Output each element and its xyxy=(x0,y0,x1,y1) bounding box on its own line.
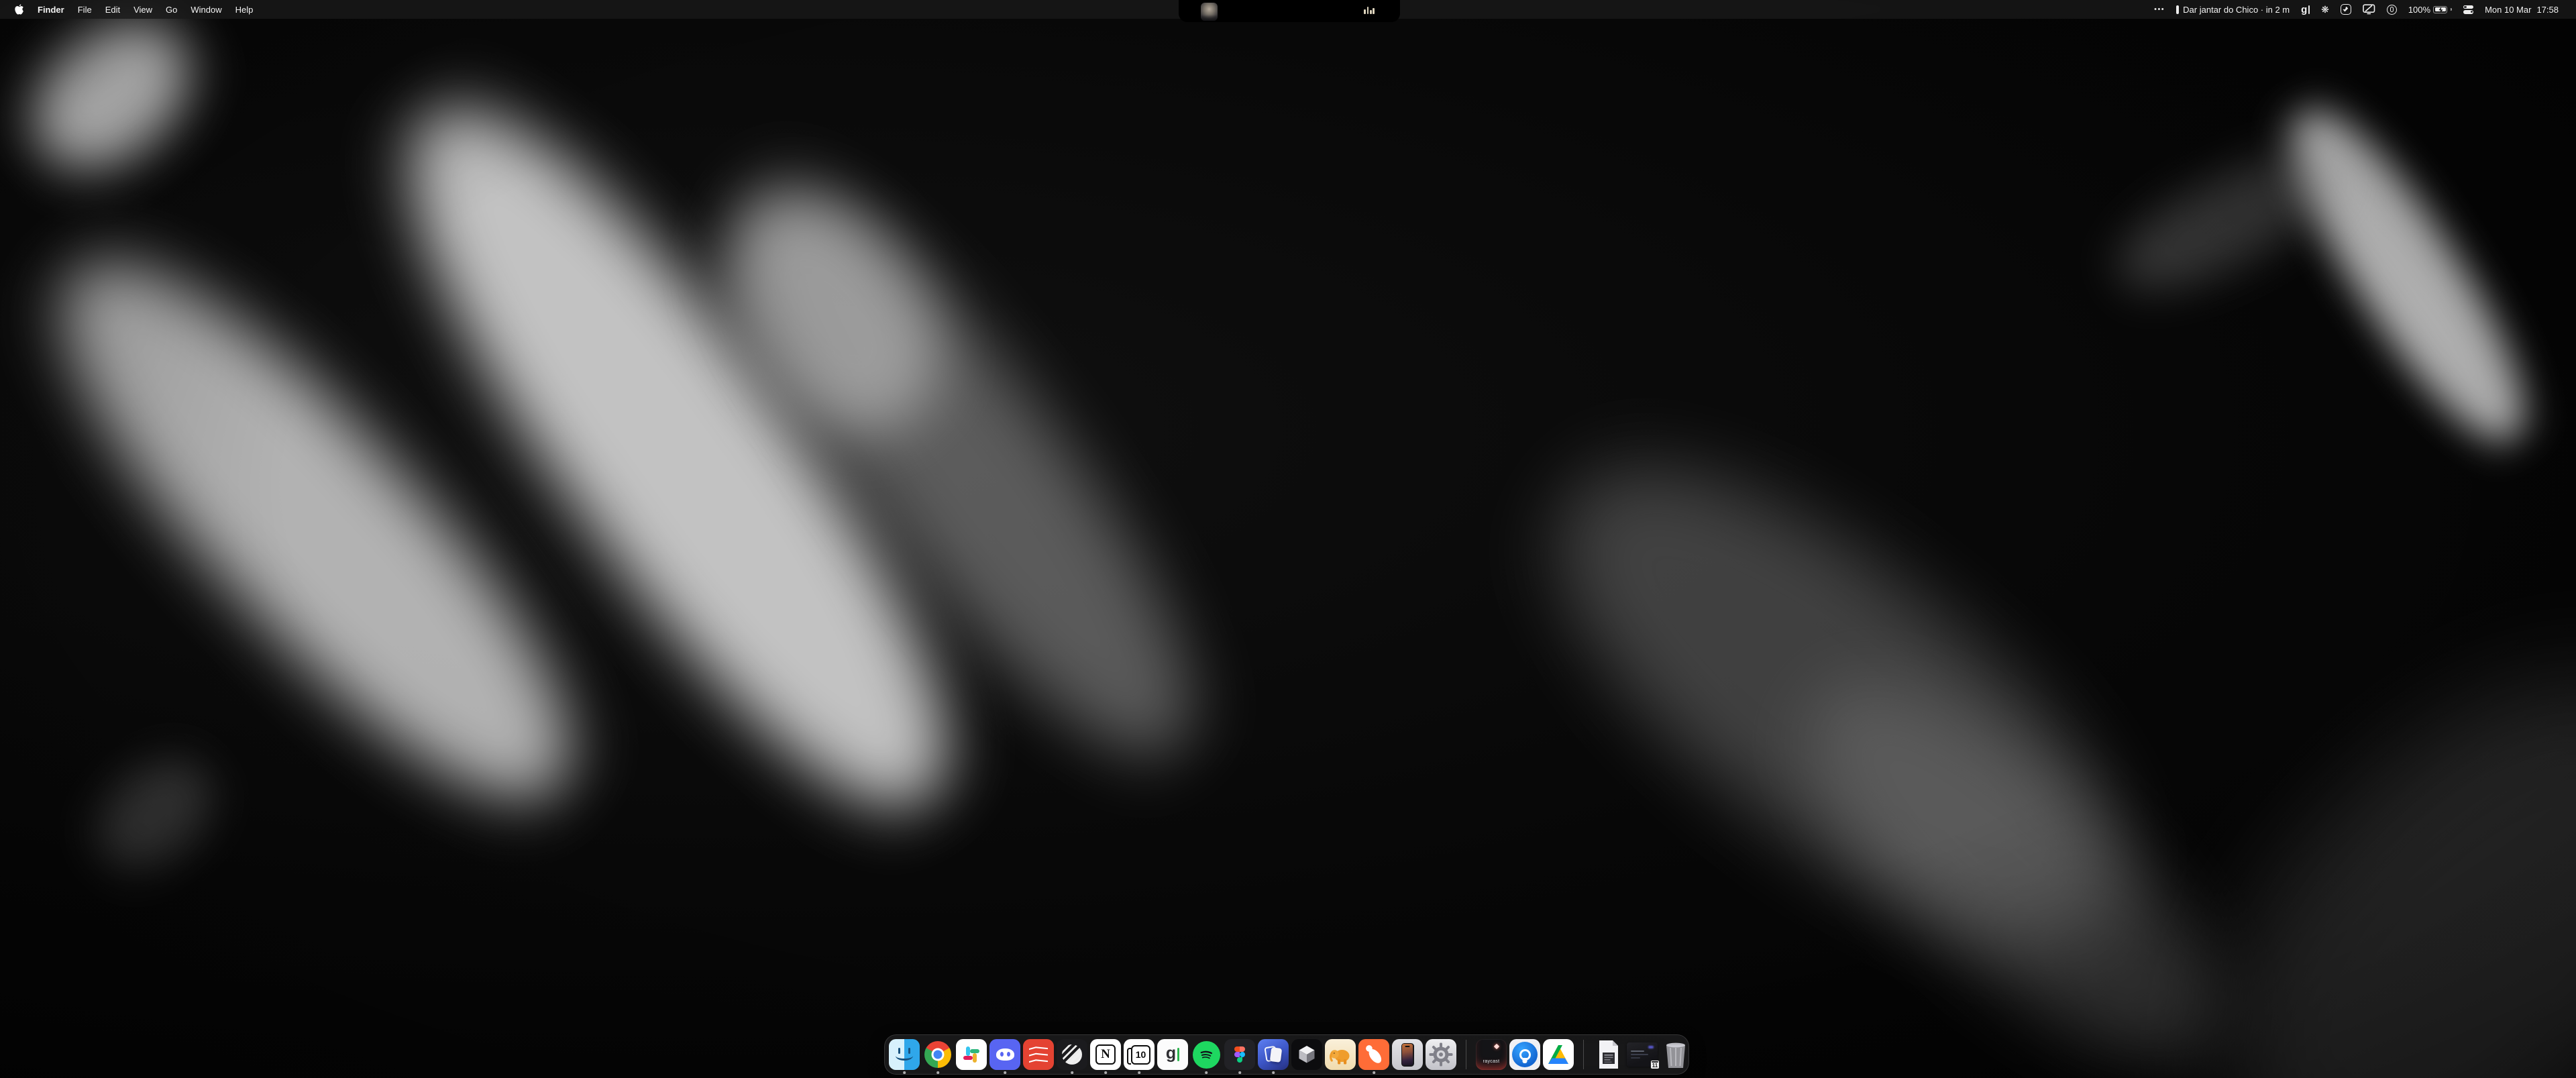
dock-todoist[interactable] xyxy=(1023,1039,1054,1070)
battery-nub xyxy=(2451,8,2452,11)
document-file-icon xyxy=(1593,1039,1624,1070)
dock-finder[interactable] xyxy=(889,1039,920,1070)
dock-google-drive[interactable] xyxy=(1543,1039,1574,1070)
calendar-badge-icon: 11 xyxy=(1650,1060,1660,1069)
dock-iphone-mirroring[interactable] xyxy=(1392,1039,1423,1070)
clock-date: Mon 10 Mar xyxy=(2485,5,2531,15)
dock-separator xyxy=(1583,1040,1584,1069)
trash-icon xyxy=(1660,1039,1691,1070)
google-drive-icon xyxy=(1543,1039,1574,1070)
menu-item-go[interactable]: Go xyxy=(159,0,184,19)
granola-g-glyph: g xyxy=(1166,1045,1176,1062)
menu-item-file[interactable]: File xyxy=(71,0,99,19)
reminder-text: Dar jantar do Chico · in 2 m xyxy=(2183,5,2290,15)
granola-icon: g xyxy=(1157,1039,1188,1070)
chrome-icon xyxy=(922,1039,953,1070)
raycast-diamond-glyph xyxy=(1494,1044,1499,1049)
notion-icon: N xyxy=(1090,1039,1121,1070)
dock-google-chrome[interactable] xyxy=(922,1039,953,1070)
spotify-icon xyxy=(1191,1039,1222,1070)
dock-figma[interactable] xyxy=(1224,1039,1255,1070)
now-playing-album-art[interactable] xyxy=(1201,3,1218,21)
dock-paste[interactable] xyxy=(1258,1039,1289,1070)
apple-logo-icon xyxy=(15,4,24,15)
finder-icon xyxy=(889,1039,920,1070)
calendar-day-glyph: 10 xyxy=(1131,1045,1150,1065)
dock-postico[interactable] xyxy=(1325,1039,1356,1070)
dock-notion[interactable]: N xyxy=(1090,1039,1121,1070)
menu-item-edit[interactable]: Edit xyxy=(99,0,127,19)
menu-bar-status-area: ••• Dar jantar do Chico · in 2 m g ❋ 100… xyxy=(2154,0,2559,19)
flower-menu-icon[interactable]: ❋ xyxy=(2321,5,2329,14)
overflow-menu-icon[interactable]: ••• xyxy=(2154,5,2165,13)
dock-spline[interactable] xyxy=(1291,1039,1322,1070)
slack-icon xyxy=(956,1039,987,1070)
dock-1password[interactable] xyxy=(1509,1039,1540,1070)
control-center-icon[interactable] xyxy=(2463,5,2473,14)
battery-icon xyxy=(2433,6,2447,13)
menu-bar-left: Finder File Edit View Go Window Help xyxy=(0,0,260,19)
notion-calendar-icon: 10 xyxy=(1124,1039,1155,1070)
keyhole-ring-icon xyxy=(2387,5,2397,15)
display-mirroring-menu-icon[interactable] xyxy=(2363,4,2375,15)
menu-item-window[interactable]: Window xyxy=(184,0,228,19)
dock-document-file[interactable] xyxy=(1593,1039,1624,1070)
dock-postman[interactable] xyxy=(1358,1039,1389,1070)
shape-app-menu-icon[interactable] xyxy=(2341,4,2351,15)
spline-cube-icon xyxy=(1291,1039,1322,1070)
now-playing-equalizer-icon xyxy=(1364,6,1375,14)
postico-elephant-icon xyxy=(1325,1039,1356,1070)
dock: N 10 g xyxy=(884,1034,1689,1075)
battery-status[interactable]: 100% xyxy=(2408,5,2452,15)
menu-item-help[interactable]: Help xyxy=(229,0,260,19)
system-settings-gear-icon xyxy=(1426,1039,1456,1070)
menu-item-finder[interactable]: Finder xyxy=(31,0,71,19)
clock-time: 17:58 xyxy=(2536,5,2559,15)
desktop-wallpaper xyxy=(0,0,2576,1078)
dock-linear[interactable] xyxy=(1057,1039,1087,1070)
discord-icon xyxy=(989,1039,1020,1070)
squircle-shape-icon xyxy=(2341,4,2351,15)
menu-bar-clock[interactable]: Mon 10 Mar 17:58 xyxy=(2485,5,2559,15)
granola-caret xyxy=(1177,1048,1179,1061)
granola-caret-icon xyxy=(2308,5,2310,14)
linear-icon xyxy=(1057,1039,1087,1070)
wallpaper-vignette xyxy=(0,0,2576,1078)
dock-slack[interactable] xyxy=(956,1039,987,1070)
macos-desktop: { "menu_bar": { "apple_icon": "apple-log… xyxy=(0,0,2576,1078)
one-password-icon xyxy=(1509,1039,1540,1070)
notch-media-widget[interactable] xyxy=(1179,0,1400,22)
screenshot-thumbnail: 11 xyxy=(1627,1039,1658,1070)
dock-granola[interactable]: g xyxy=(1157,1039,1188,1070)
reminder-bar-icon xyxy=(2176,5,2179,14)
granola-menu-icon[interactable]: g xyxy=(2301,5,2310,15)
todoist-icon xyxy=(1023,1039,1054,1070)
dock-screenshot-file[interactable]: 11 xyxy=(1627,1039,1658,1070)
paste-icon xyxy=(1258,1039,1289,1070)
raycast-wordmark: raycast xyxy=(1483,1059,1500,1064)
menu-item-view[interactable]: View xyxy=(127,0,159,19)
dock-spotify[interactable] xyxy=(1191,1039,1222,1070)
toggle-pill xyxy=(2463,10,2473,14)
iphone-mirroring-icon xyxy=(1392,1039,1423,1070)
charging-bolt-icon xyxy=(2438,7,2444,13)
dock-trash[interactable] xyxy=(1660,1039,1691,1070)
apple-menu[interactable] xyxy=(15,0,31,19)
granola-g-glyph: g xyxy=(2301,5,2307,15)
figma-icon xyxy=(1224,1039,1255,1070)
dock-discord[interactable] xyxy=(989,1039,1020,1070)
dock-raycast[interactable]: raycast xyxy=(1476,1039,1507,1070)
reminder-menu-item[interactable]: Dar jantar do Chico · in 2 m xyxy=(2176,5,2290,15)
battery-percent: 100% xyxy=(2408,5,2430,15)
toggle-pill xyxy=(2463,5,2473,9)
dock-system-settings[interactable] xyxy=(1426,1039,1456,1070)
raycast-icon: raycast xyxy=(1476,1039,1507,1070)
display-icon xyxy=(2363,4,2375,15)
notion-n-glyph: N xyxy=(1095,1044,1116,1065)
dock-notion-calendar[interactable]: 10 xyxy=(1124,1039,1155,1070)
postman-icon xyxy=(1358,1039,1389,1070)
one-password-menu-icon[interactable] xyxy=(2387,5,2397,15)
